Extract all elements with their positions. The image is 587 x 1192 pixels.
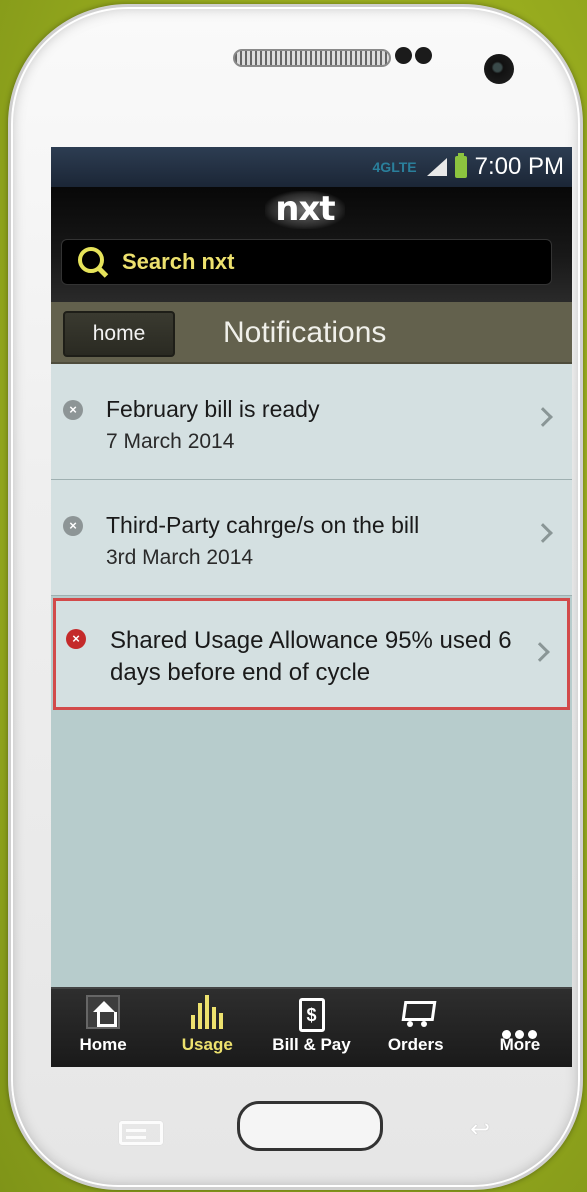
title-bar: home Notifications [51,302,572,364]
cart-icon [397,995,435,1029]
speaker-grille [233,49,391,67]
notification-date: 3rd March 2014 [106,546,254,569]
app-header: nxt Search nxt [51,187,572,302]
tab-home[interactable]: Home [51,989,155,1067]
phone-frame: 4GLTE 7:00 PM nxt Search nxt home Notifi… [8,4,583,1190]
notification-title: Shared Usage Allowance 95% used 6 days b… [110,627,512,686]
tab-label: More [499,1035,541,1054]
search-input[interactable]: Search nxt [122,249,235,275]
chevron-right-icon [530,642,550,662]
x-circle-icon: × [63,516,83,536]
proximity-sensor [395,47,412,64]
tab-bill-pay[interactable]: $ Bill & Pay [259,989,363,1067]
tab-label: Bill & Pay [272,1035,351,1054]
search-bar[interactable]: Search nxt [61,239,552,285]
bottom-tab-bar: Home Usage $ Bill & Pay Orders More [51,987,572,1067]
notification-title: Third-Party cahrge/s on the bill [106,512,420,538]
battery-icon [454,153,467,178]
front-camera-icon [484,54,514,84]
phone-screen: 4GLTE 7:00 PM nxt Search nxt home Notifi… [51,147,572,1067]
search-icon[interactable] [76,245,110,279]
tab-orders[interactable]: Orders [364,989,468,1067]
hardware-home-button[interactable] [237,1101,383,1151]
bill-icon: $ [298,998,325,1032]
chevron-right-icon [533,523,553,543]
notification-date: 7 March 2014 [106,430,235,453]
notifications-list: × February bill is ready 7 March 2014 × … [51,364,572,710]
notification-item-alert[interactable]: × Shared Usage Allowance 95% used 6 days… [53,598,570,710]
tab-label: Home [79,1035,127,1054]
tab-usage[interactable]: Usage [155,989,259,1067]
signal-icon [425,158,447,176]
tab-label: Usage [181,1035,233,1054]
alert-x-circle-icon: × [66,629,86,649]
home-button[interactable]: home [63,311,175,357]
x-circle-icon: × [63,400,83,420]
notification-item[interactable]: × Third-Party cahrge/s on the bill 3rd M… [51,480,572,596]
status-bar: 4GLTE 7:00 PM [51,147,572,187]
usage-bars-icon [191,995,224,1029]
notification-item[interactable]: × February bill is ready 7 March 2014 [51,364,572,480]
back-key-icon[interactable]: ↩ [459,1118,501,1142]
status-time: 7:00 PM [474,153,564,180]
network-indicator: 4GLTE [372,159,417,175]
nxt-logo: nxt [265,191,345,229]
chevron-right-icon [533,407,553,427]
home-icon [86,995,121,1029]
tab-label: Orders [387,1035,444,1054]
notification-title: February bill is ready [106,396,320,422]
light-sensor [415,47,432,64]
page-title: Notifications [223,316,387,349]
menu-key-icon[interactable] [119,1121,163,1145]
tab-more[interactable]: More [468,989,572,1067]
